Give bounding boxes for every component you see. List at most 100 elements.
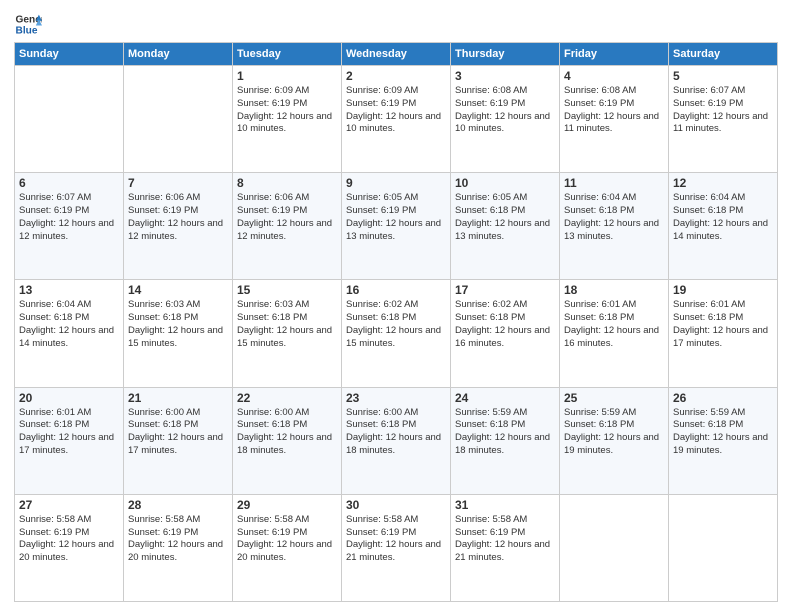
cell-info: Sunrise: 6:01 AM Sunset: 6:18 PM Dayligh… (673, 299, 773, 350)
svg-text:Blue: Blue (16, 25, 38, 36)
cell-info: Sunrise: 6:03 AM Sunset: 6:18 PM Dayligh… (128, 299, 228, 350)
top-header: General Blue (14, 10, 778, 38)
cell-info: Sunrise: 6:08 AM Sunset: 6:19 PM Dayligh… (564, 85, 664, 136)
cell-info: Sunrise: 6:05 AM Sunset: 6:18 PM Dayligh… (455, 192, 555, 243)
cell-info: Sunrise: 6:00 AM Sunset: 6:18 PM Dayligh… (128, 407, 228, 458)
cell-day-number: 7 (128, 176, 228, 190)
cell-info: Sunrise: 6:06 AM Sunset: 6:19 PM Dayligh… (128, 192, 228, 243)
calendar-header-row: SundayMondayTuesdayWednesdayThursdayFrid… (15, 43, 778, 66)
cell-day-number: 8 (237, 176, 337, 190)
calendar-cell: 24Sunrise: 5:59 AM Sunset: 6:18 PM Dayli… (451, 387, 560, 494)
cell-day-number: 5 (673, 69, 773, 83)
calendar-cell: 27Sunrise: 5:58 AM Sunset: 6:19 PM Dayli… (15, 494, 124, 601)
cell-day-number: 21 (128, 391, 228, 405)
cell-day-number: 28 (128, 498, 228, 512)
calendar-cell: 17Sunrise: 6:02 AM Sunset: 6:18 PM Dayli… (451, 280, 560, 387)
logo-icon: General Blue (14, 10, 42, 38)
cell-day-number: 4 (564, 69, 664, 83)
calendar-cell (669, 494, 778, 601)
cell-info: Sunrise: 6:03 AM Sunset: 6:18 PM Dayligh… (237, 299, 337, 350)
calendar-cell: 5 Sunrise: 6:07 AM Sunset: 6:19 PM Daylig… (669, 66, 778, 173)
cell-info: Sunrise: 6:06 AM Sunset: 6:19 PM Dayligh… (237, 192, 337, 243)
calendar-week-3: 13Sunrise: 6:04 AM Sunset: 6:18 PM Dayli… (15, 280, 778, 387)
cell-day-number: 9 (346, 176, 446, 190)
calendar-cell: 6Sunrise: 6:07 AM Sunset: 6:19 PM Daylig… (15, 173, 124, 280)
calendar-week-5: 27Sunrise: 5:58 AM Sunset: 6:19 PM Dayli… (15, 494, 778, 601)
calendar-week-1: 1 Sunrise: 6:09 AM Sunset: 6:19 PM Daylig… (15, 66, 778, 173)
cell-info: Sunrise: 6:04 AM Sunset: 6:18 PM Dayligh… (673, 192, 773, 243)
calendar-cell: 2 Sunrise: 6:09 AM Sunset: 6:19 PM Daylig… (342, 66, 451, 173)
calendar-cell (124, 66, 233, 173)
day-header-monday: Monday (124, 43, 233, 66)
calendar-cell: 20 Sunrise: 6:01 AM Sunset: 6:18 PM Dayli… (15, 387, 124, 494)
day-header-friday: Friday (560, 43, 669, 66)
calendar-cell: 19 Sunrise: 6:01 AM Sunset: 6:18 PM Dayli… (669, 280, 778, 387)
cell-info: Sunrise: 5:59 AM Sunset: 6:18 PM Dayligh… (564, 407, 664, 458)
calendar-body: 1 Sunrise: 6:09 AM Sunset: 6:19 PM Daylig… (15, 66, 778, 602)
calendar-table: SundayMondayTuesdayWednesdayThursdayFrid… (14, 42, 778, 602)
cell-day-number: 22 (237, 391, 337, 405)
calendar-week-2: 6Sunrise: 6:07 AM Sunset: 6:19 PM Daylig… (15, 173, 778, 280)
cell-day-number: 16 (346, 283, 446, 297)
cell-day-number: 2 (346, 69, 446, 83)
cell-info: Sunrise: 6:07 AM Sunset: 6:19 PM Dayligh… (673, 85, 773, 136)
calendar-cell: 7 Sunrise: 6:06 AM Sunset: 6:19 PM Daylig… (124, 173, 233, 280)
cell-day-number: 3 (455, 69, 555, 83)
cell-info: Sunrise: 5:58 AM Sunset: 6:19 PM Dayligh… (346, 514, 446, 565)
day-header-tuesday: Tuesday (233, 43, 342, 66)
cell-info: Sunrise: 5:58 AM Sunset: 6:19 PM Dayligh… (19, 514, 119, 565)
cell-info: Sunrise: 6:08 AM Sunset: 6:19 PM Dayligh… (455, 85, 555, 136)
calendar-cell: 16 Sunrise: 6:02 AM Sunset: 6:18 PM Dayli… (342, 280, 451, 387)
cell-day-number: 11 (564, 176, 664, 190)
calendar-cell: 8 Sunrise: 6:06 AM Sunset: 6:19 PM Daylig… (233, 173, 342, 280)
cell-day-number: 15 (237, 283, 337, 297)
calendar-cell: 28 Sunrise: 5:58 AM Sunset: 6:19 PM Dayli… (124, 494, 233, 601)
cell-day-number: 18 (564, 283, 664, 297)
cell-day-number: 10 (455, 176, 555, 190)
cell-info: Sunrise: 6:04 AM Sunset: 6:18 PM Dayligh… (19, 299, 119, 350)
calendar-cell: 1 Sunrise: 6:09 AM Sunset: 6:19 PM Daylig… (233, 66, 342, 173)
cell-day-number: 30 (346, 498, 446, 512)
day-header-thursday: Thursday (451, 43, 560, 66)
cell-info: Sunrise: 6:00 AM Sunset: 6:18 PM Dayligh… (346, 407, 446, 458)
cell-day-number: 19 (673, 283, 773, 297)
cell-info: Sunrise: 6:09 AM Sunset: 6:19 PM Dayligh… (346, 85, 446, 136)
calendar-week-4: 20 Sunrise: 6:01 AM Sunset: 6:18 PM Dayli… (15, 387, 778, 494)
cell-info: Sunrise: 5:59 AM Sunset: 6:18 PM Dayligh… (673, 407, 773, 458)
cell-day-number: 1 (237, 69, 337, 83)
calendar-cell: 22 Sunrise: 6:00 AM Sunset: 6:18 PM Dayli… (233, 387, 342, 494)
calendar-cell: 14 Sunrise: 6:03 AM Sunset: 6:18 PM Dayli… (124, 280, 233, 387)
calendar-cell: 12 Sunrise: 6:04 AM Sunset: 6:18 PM Dayli… (669, 173, 778, 280)
calendar-cell: 29Sunrise: 5:58 AM Sunset: 6:19 PM Dayli… (233, 494, 342, 601)
calendar-cell: 18 Sunrise: 6:01 AM Sunset: 6:18 PM Dayli… (560, 280, 669, 387)
calendar-cell: 26Sunrise: 5:59 AM Sunset: 6:18 PM Dayli… (669, 387, 778, 494)
cell-day-number: 12 (673, 176, 773, 190)
cell-info: Sunrise: 6:05 AM Sunset: 6:19 PM Dayligh… (346, 192, 446, 243)
cell-info: Sunrise: 6:01 AM Sunset: 6:18 PM Dayligh… (19, 407, 119, 458)
cell-info: Sunrise: 6:00 AM Sunset: 6:18 PM Dayligh… (237, 407, 337, 458)
cell-day-number: 14 (128, 283, 228, 297)
calendar-cell: 9 Sunrise: 6:05 AM Sunset: 6:19 PM Daylig… (342, 173, 451, 280)
cell-info: Sunrise: 6:09 AM Sunset: 6:19 PM Dayligh… (237, 85, 337, 136)
calendar-cell: 30 Sunrise: 5:58 AM Sunset: 6:19 PM Dayli… (342, 494, 451, 601)
calendar-cell: 31 Sunrise: 5:58 AM Sunset: 6:19 PM Dayli… (451, 494, 560, 601)
calendar-cell: 11Sunrise: 6:04 AM Sunset: 6:18 PM Dayli… (560, 173, 669, 280)
cell-info: Sunrise: 5:58 AM Sunset: 6:19 PM Dayligh… (128, 514, 228, 565)
calendar-cell: 4 Sunrise: 6:08 AM Sunset: 6:19 PM Daylig… (560, 66, 669, 173)
cell-info: Sunrise: 6:01 AM Sunset: 6:18 PM Dayligh… (564, 299, 664, 350)
cell-info: Sunrise: 5:58 AM Sunset: 6:19 PM Dayligh… (455, 514, 555, 565)
calendar-cell (15, 66, 124, 173)
day-header-wednesday: Wednesday (342, 43, 451, 66)
calendar-cell: 21 Sunrise: 6:00 AM Sunset: 6:18 PM Dayli… (124, 387, 233, 494)
cell-info: Sunrise: 6:02 AM Sunset: 6:18 PM Dayligh… (346, 299, 446, 350)
calendar-cell: 10 Sunrise: 6:05 AM Sunset: 6:18 PM Dayli… (451, 173, 560, 280)
cell-info: Sunrise: 6:07 AM Sunset: 6:19 PM Dayligh… (19, 192, 119, 243)
calendar-cell: 23 Sunrise: 6:00 AM Sunset: 6:18 PM Dayli… (342, 387, 451, 494)
calendar-cell: 25Sunrise: 5:59 AM Sunset: 6:18 PM Dayli… (560, 387, 669, 494)
cell-day-number: 20 (19, 391, 119, 405)
cell-day-number: 23 (346, 391, 446, 405)
cell-info: Sunrise: 6:02 AM Sunset: 6:18 PM Dayligh… (455, 299, 555, 350)
calendar-page: General Blue SundayMondayTuesdayWednesda… (0, 0, 792, 612)
cell-day-number: 31 (455, 498, 555, 512)
logo: General Blue (14, 10, 46, 38)
